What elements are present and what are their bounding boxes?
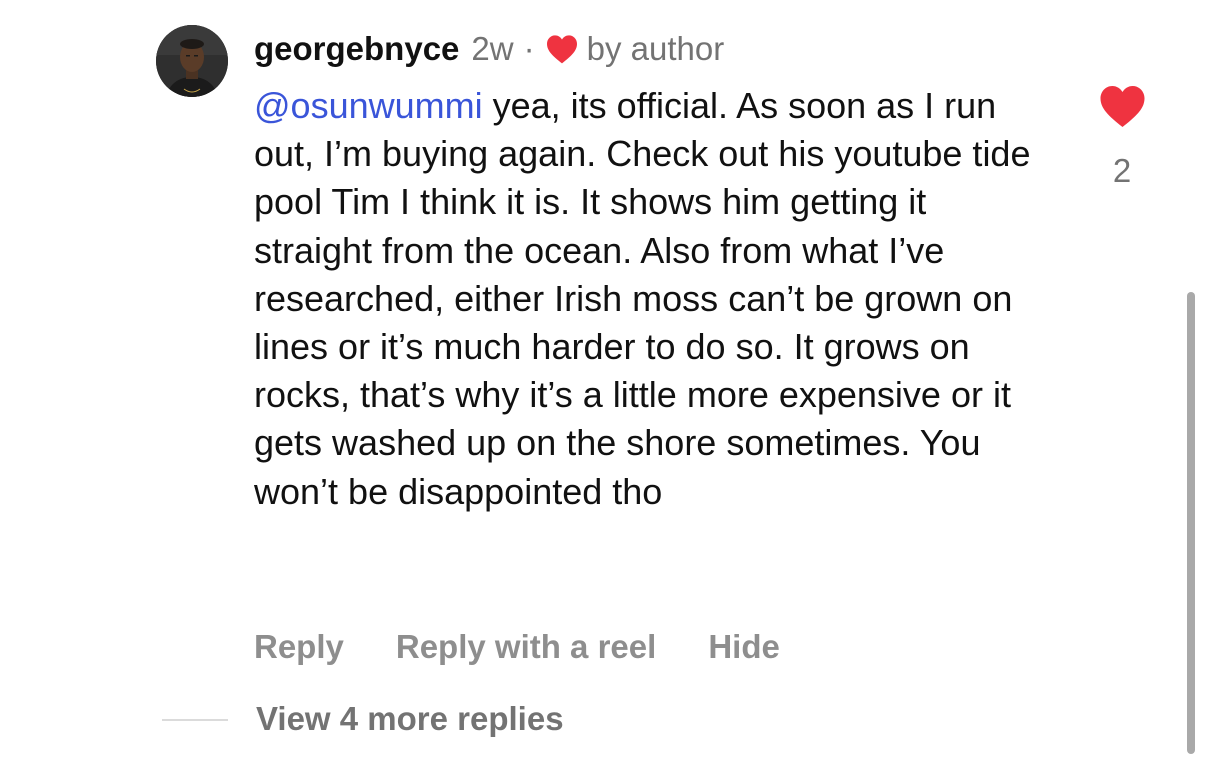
reply-with-reel-button[interactable]: Reply with a reel <box>396 628 656 666</box>
avatar[interactable] <box>156 25 228 97</box>
heart-icon <box>545 34 579 64</box>
username[interactable]: georgebnyce <box>254 30 459 68</box>
liked-by-author-label: by author <box>586 30 725 67</box>
comment-actions: Reply Reply with a reel Hide <box>254 628 780 666</box>
hide-button[interactable]: Hide <box>708 628 780 666</box>
comment-header: georgebnyce 2w · by author <box>254 28 724 70</box>
comment-text: @osunwummi yea, its official. As soon as… <box>254 82 1044 516</box>
scrollbar[interactable] <box>1187 292 1195 754</box>
heart-icon <box>1100 86 1145 127</box>
mention-link[interactable]: @osunwummi <box>254 85 483 126</box>
view-more-replies-button[interactable]: View 4 more replies <box>256 700 564 738</box>
comment-body: yea, its official. As soon as I run out,… <box>254 85 1031 512</box>
timestamp: 2w <box>471 30 514 67</box>
avatar-image <box>156 25 228 97</box>
like-button[interactable] <box>1098 84 1147 128</box>
reply-button[interactable]: Reply <box>254 628 344 666</box>
like-count: 2 <box>1112 152 1132 189</box>
separator-dot: · <box>523 30 535 67</box>
replies-divider <box>162 719 228 721</box>
